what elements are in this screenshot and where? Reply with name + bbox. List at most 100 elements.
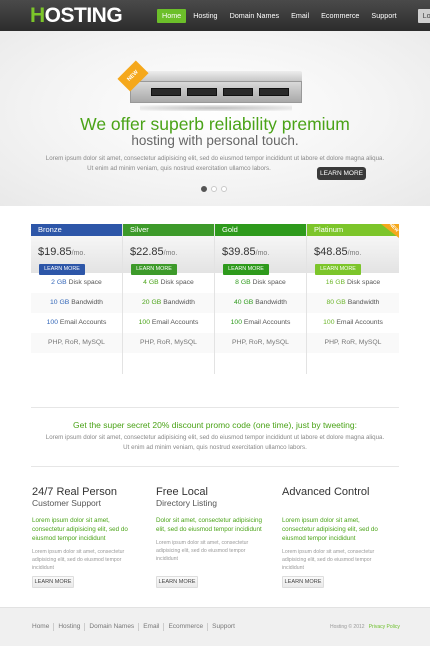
slider-dot-1[interactable]: [201, 186, 207, 192]
bandwidth-label: Bandwidth: [255, 299, 287, 306]
plan-name: Gold: [215, 224, 306, 236]
plan-silver: Silver $22.85/mo. LEARN MORE 4 GB Disk s…: [123, 224, 215, 374]
disk-value: 16 GB: [325, 279, 346, 286]
email-label: Email Accounts: [151, 319, 199, 326]
promo-text-line1: Lorem ipsum dolor sit amet, consectetur …: [45, 434, 385, 441]
feature-subtitle: Directory Listing: [156, 498, 217, 508]
email-value: 100: [230, 319, 242, 326]
divider: [31, 407, 399, 408]
hero-learn-more-button[interactable]: LEARN MORE: [317, 167, 366, 180]
server-shadow: [140, 105, 292, 111]
plan-learn-more-button[interactable]: LEARN MORE: [315, 264, 361, 275]
promo-text: Lorem ipsum dolor sit amet, consectetur …: [36, 433, 394, 453]
feature-directory: Free Local Directory Listing Dolor sit a…: [156, 486, 264, 563]
plan-email: 100 Email Accounts: [123, 313, 214, 333]
plan-email: 100 Email Accounts: [307, 313, 399, 333]
feature-learn-more-button[interactable]: LEARN MORE: [32, 576, 74, 588]
header: HOSTING Home Hosting Domain Names Email …: [0, 0, 430, 31]
plan-bandwidth: 10 GB Bandwidth: [31, 293, 122, 313]
server-slot: [151, 88, 181, 96]
feature-highlight: Dolor sit amet, consectetur adipisicing …: [156, 517, 263, 533]
feature-subtitle: [282, 498, 390, 509]
bandwidth-label: Bandwidth: [163, 299, 195, 306]
hero-text-line1: Lorem ipsum dolor sit amet, consectetur …: [45, 155, 385, 162]
plan-disk: 2 GB Disk space: [31, 273, 122, 293]
privacy-policy-link[interactable]: Privacy Policy: [369, 624, 400, 630]
disk-label: Disk space: [160, 279, 194, 286]
footer-link-support[interactable]: Support: [212, 623, 239, 631]
feature-text: Lorem ipsum dolor sit amet, consectetur …: [32, 549, 125, 571]
feature-title: Free Local: [156, 486, 208, 498]
disk-label: Disk space: [346, 279, 381, 286]
feature-highlight: Lorem ipsum dolor sit amet, consectetur …: [282, 517, 378, 542]
plan-disk: 8 GB Disk space: [215, 273, 306, 293]
feature-highlight: Lorem ipsum dolor sit amet, consectetur …: [32, 517, 128, 542]
plan-price: $19.85: [38, 246, 72, 258]
disk-value: 2 GB: [51, 279, 67, 286]
slider-dots: [201, 186, 227, 192]
slider-dot-3[interactable]: [221, 186, 227, 192]
main-nav: Home Hosting Domain Names Email Ecommerc…: [157, 9, 430, 23]
feature-learn-more-button[interactable]: LEARN MORE: [282, 576, 324, 588]
nav-item-hosting[interactable]: Hosting: [188, 9, 222, 23]
plan-name: Bronze: [31, 224, 122, 236]
plan-email: 100 Email Accounts: [215, 313, 306, 333]
plan-disk: 4 GB Disk space: [123, 273, 214, 293]
plan-tech: PHP, RoR, MySQL: [215, 333, 306, 353]
footer-link-hosting[interactable]: Hosting: [58, 623, 86, 631]
plan-learn-more-button[interactable]: LEARN MORE: [223, 264, 269, 275]
slider-dot-2[interactable]: [211, 186, 217, 192]
disk-value: 8 GB: [235, 279, 251, 286]
plan-price: $48.85: [314, 246, 348, 258]
email-label: Email Accounts: [336, 319, 383, 326]
nav-item-email[interactable]: Email: [286, 9, 314, 23]
plan-disk: 16 GB Disk space: [307, 273, 399, 293]
plan-bandwidth: 40 GB Bandwidth: [215, 293, 306, 313]
server-slot: [223, 88, 253, 96]
footer-link-home[interactable]: Home: [32, 623, 55, 631]
footer-nav: Home Hosting Domain Names Email Ecommerc…: [32, 623, 243, 631]
nav-item-support[interactable]: Support: [366, 9, 401, 23]
plan-bandwidth: 80 GB Bandwidth: [307, 293, 399, 313]
feature-text: Lorem ipsum dolor sit amet, consectetur …: [156, 540, 249, 562]
logo-initial: H: [30, 4, 45, 27]
nav-item-ecommerce[interactable]: Ecommerce: [316, 9, 364, 23]
nav-item-domain-names[interactable]: Domain Names: [225, 9, 285, 23]
disk-label: Disk space: [68, 279, 102, 286]
login-button[interactable]: Login: [417, 9, 430, 23]
logo[interactable]: HOSTING: [30, 4, 123, 28]
logo-rest: OSTING: [44, 4, 123, 27]
plan-tech: PHP, RoR, MySQL: [123, 333, 214, 353]
hero-subtitle: hosting with personal touch.: [131, 133, 299, 148]
plan-period: /mo.: [71, 250, 86, 257]
email-value: 100: [323, 319, 335, 326]
plan-gold: Gold $39.85/mo. LEARN MORE 8 GB Disk spa…: [215, 224, 307, 374]
bandwidth-value: 40 GB: [234, 299, 254, 306]
plan-tech: PHP, RoR, MySQL: [307, 333, 399, 353]
footer: Home Hosting Domain Names Email Ecommerc…: [0, 607, 430, 646]
hero-banner: NEW We offer superb reliability premium …: [0, 31, 430, 206]
plan-platinum: Platinum NEW $48.85/mo. LEARN MORE 16 GB…: [307, 222, 399, 374]
plan-learn-more-button[interactable]: LEARN MORE: [39, 264, 85, 275]
plan-learn-more-button[interactable]: LEARN MORE: [131, 264, 177, 275]
feature-control: Advanced Control Lorem ipsum dolor sit a…: [282, 486, 390, 572]
promo-title: Get the super secret 20% discount promo …: [73, 420, 357, 430]
hero-text-line2: Ut enim ad minim veniam, quis nostrud ex…: [87, 165, 271, 172]
footer-link-email[interactable]: Email: [143, 623, 165, 631]
bandwidth-value: 10 GB: [50, 299, 70, 306]
plan-period: /mo.: [163, 250, 178, 257]
plan-email: 100 Email Accounts: [31, 313, 122, 333]
email-value: 100: [46, 319, 58, 326]
new-badge: NEW: [381, 222, 399, 238]
disk-label: Disk space: [252, 279, 286, 286]
plan-price: $39.85: [222, 246, 256, 258]
nav-item-home[interactable]: Home: [157, 9, 187, 23]
server-slot: [187, 88, 217, 96]
feature-title: Advanced Control: [282, 486, 370, 498]
footer-link-ecommerce[interactable]: Ecommerce: [168, 623, 209, 631]
bandwidth-value: 80 GB: [326, 299, 346, 306]
plan-tech: PHP, RoR, MySQL: [31, 333, 122, 353]
footer-link-domain-names[interactable]: Domain Names: [89, 623, 140, 631]
feature-learn-more-button[interactable]: LEARN MORE: [156, 576, 198, 588]
plan-period: /mo.: [255, 250, 270, 257]
